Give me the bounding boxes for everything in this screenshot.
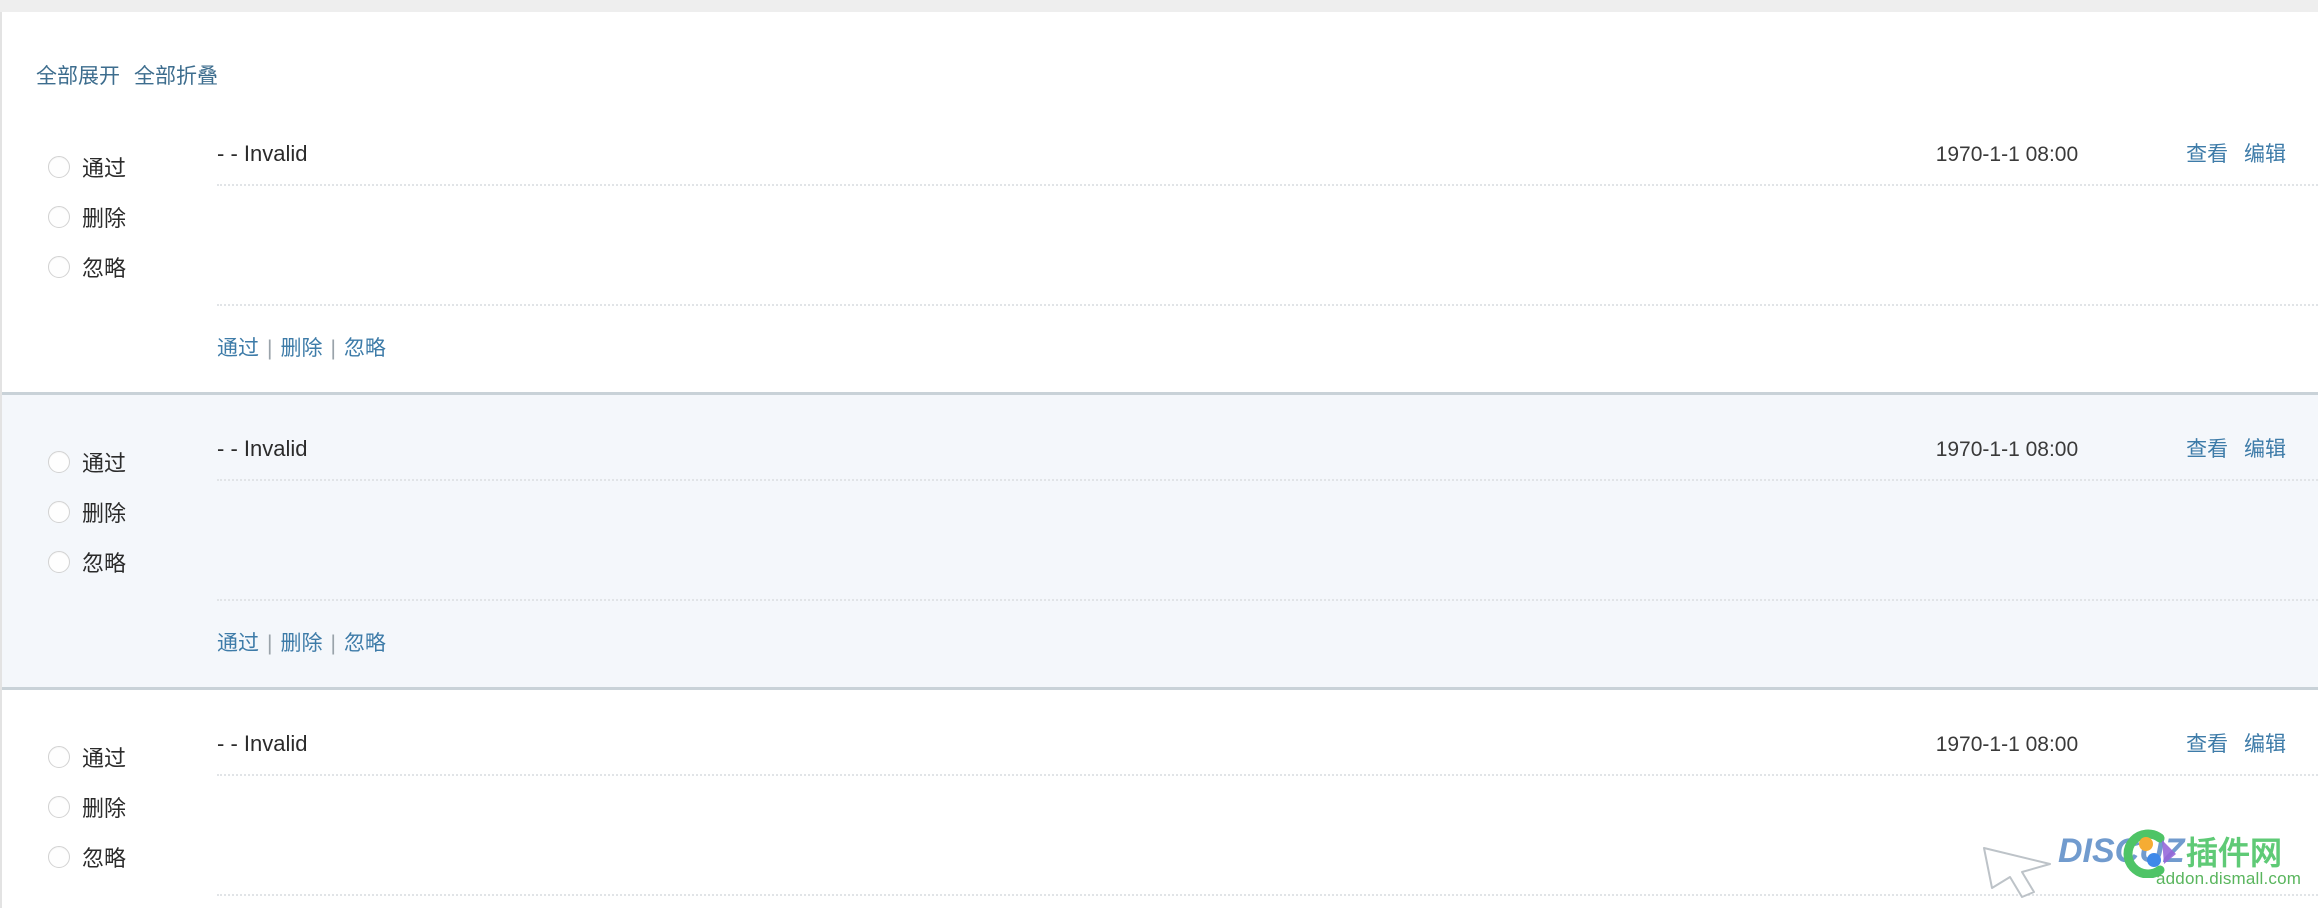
toolbar: 全部展开 全部折叠 [2, 12, 2318, 100]
action-separator: | [330, 632, 336, 655]
table-row: 通过 删除 忽略 - - Invalid 1970-1-1 08:00 查看 编… [2, 395, 2318, 690]
table-row: 通过 删除 忽略 - - Invalid 1970-1-1 08:00 查看 编… [2, 690, 2318, 908]
radio-circle-icon[interactable] [48, 501, 70, 523]
radio-ignore[interactable]: 忽略 [48, 242, 217, 292]
radio-delete-label: 删除 [82, 501, 127, 526]
row-action-links: 通过 | 删除 | 忽略 [217, 601, 2318, 687]
radio-circle-icon[interactable] [48, 551, 70, 573]
row-timestamp: 1970-1-1 08:00 [1935, 143, 2079, 166]
radio-delete-label: 删除 [82, 796, 127, 821]
action-delete-link[interactable]: 删除 [280, 632, 322, 655]
moderation-page: 全部展开 全部折叠 通过 删除 忽略 - - Invalid 1970-1-1 … [0, 12, 2318, 908]
edit-link[interactable]: 编辑 [2244, 143, 2286, 166]
radio-delete[interactable]: 删除 [48, 192, 217, 242]
radio-circle-icon[interactable] [48, 846, 70, 868]
radio-approve[interactable]: 通过 [48, 732, 217, 782]
row-content: - - Invalid 1970-1-1 08:00 查看 编辑 通过|删除|忽… [217, 690, 2318, 908]
moderation-list: 通过 删除 忽略 - - Invalid 1970-1-1 08:00 查看 编… [2, 100, 2318, 908]
row-timestamp: 1970-1-1 08:00 [1935, 733, 2079, 756]
row-body [217, 481, 2318, 599]
row-header: - - Invalid 1970-1-1 08:00 查看 编辑 [217, 100, 2318, 184]
radio-circle-icon[interactable] [48, 206, 70, 228]
radio-approve-label: 通过 [82, 156, 127, 181]
row-content: - - Invalid 1970-1-1 08:00 查看 编辑 通过 | 删除 | 忽… [217, 100, 2318, 392]
radio-circle-icon[interactable] [48, 156, 70, 178]
row-subject: - - Invalid [217, 141, 308, 166]
collapse-all-link[interactable]: 全部折叠 [134, 65, 218, 88]
radio-circle-icon[interactable] [48, 746, 70, 768]
view-link[interactable]: 查看 [2186, 143, 2228, 166]
action-approve-link[interactable]: 通过 [217, 632, 259, 655]
row-header: - - Invalid 1970-1-1 08:00 查看 编辑 [217, 690, 2318, 774]
edit-link[interactable]: 编辑 [2244, 733, 2286, 756]
radio-approve-label: 通过 [82, 451, 127, 476]
row-content: - - Invalid 1970-1-1 08:00 查看 编辑 通过 | 删除 | 忽… [217, 395, 2318, 687]
radio-ignore-label: 忽略 [82, 256, 127, 281]
moderation-choice-group: 通过 删除 忽略 [2, 690, 217, 882]
action-separator: | [267, 632, 273, 655]
table-row: 通过 删除 忽略 - - Invalid 1970-1-1 08:00 查看 编… [2, 100, 2318, 395]
action-ignore-link[interactable]: 忽略 [344, 632, 386, 655]
moderation-choice-group: 通过 删除 忽略 [2, 100, 217, 292]
expand-all-link[interactable]: 全部展开 [36, 65, 120, 88]
action-delete-link[interactable]: 删除 [280, 337, 322, 360]
row-header: - - Invalid 1970-1-1 08:00 查看 编辑 [217, 395, 2318, 479]
row-header-links: 查看 编辑 [2186, 433, 2298, 463]
view-link[interactable]: 查看 [2186, 733, 2228, 756]
radio-delete[interactable]: 删除 [48, 782, 217, 832]
radio-approve[interactable]: 通过 [48, 437, 217, 487]
row-subject: - - Invalid [217, 436, 308, 461]
radio-ignore-label: 忽略 [82, 846, 127, 871]
row-header-links: 查看 编辑 [2186, 728, 2298, 758]
radio-approve-label: 通过 [82, 746, 127, 771]
action-separator: | [330, 337, 336, 360]
row-header-links: 查看 编辑 [2186, 138, 2298, 168]
row-timestamp: 1970-1-1 08:00 [1935, 438, 2079, 461]
row-subject: - - Invalid [217, 731, 308, 756]
row-action-links: 通过 | 删除 | 忽略 [217, 306, 2318, 392]
row-body [217, 186, 2318, 304]
radio-circle-icon[interactable] [48, 256, 70, 278]
action-approve-link[interactable]: 通过 [217, 337, 259, 360]
edit-link[interactable]: 编辑 [2244, 438, 2286, 461]
radio-ignore-label: 忽略 [82, 551, 127, 576]
view-link[interactable]: 查看 [2186, 438, 2228, 461]
radio-circle-icon[interactable] [48, 451, 70, 473]
row-action-links: 通过|删除|忽略 [217, 896, 2318, 908]
moderation-choice-group: 通过 删除 忽略 [2, 395, 217, 587]
radio-ignore[interactable]: 忽略 [48, 537, 217, 587]
row-body [217, 776, 2318, 894]
radio-ignore[interactable]: 忽略 [48, 832, 217, 882]
radio-approve[interactable]: 通过 [48, 142, 217, 192]
radio-delete-label: 删除 [82, 206, 127, 231]
action-ignore-link[interactable]: 忽略 [344, 337, 386, 360]
radio-circle-icon[interactable] [48, 796, 70, 818]
radio-delete[interactable]: 删除 [48, 487, 217, 537]
action-separator: | [267, 337, 273, 360]
